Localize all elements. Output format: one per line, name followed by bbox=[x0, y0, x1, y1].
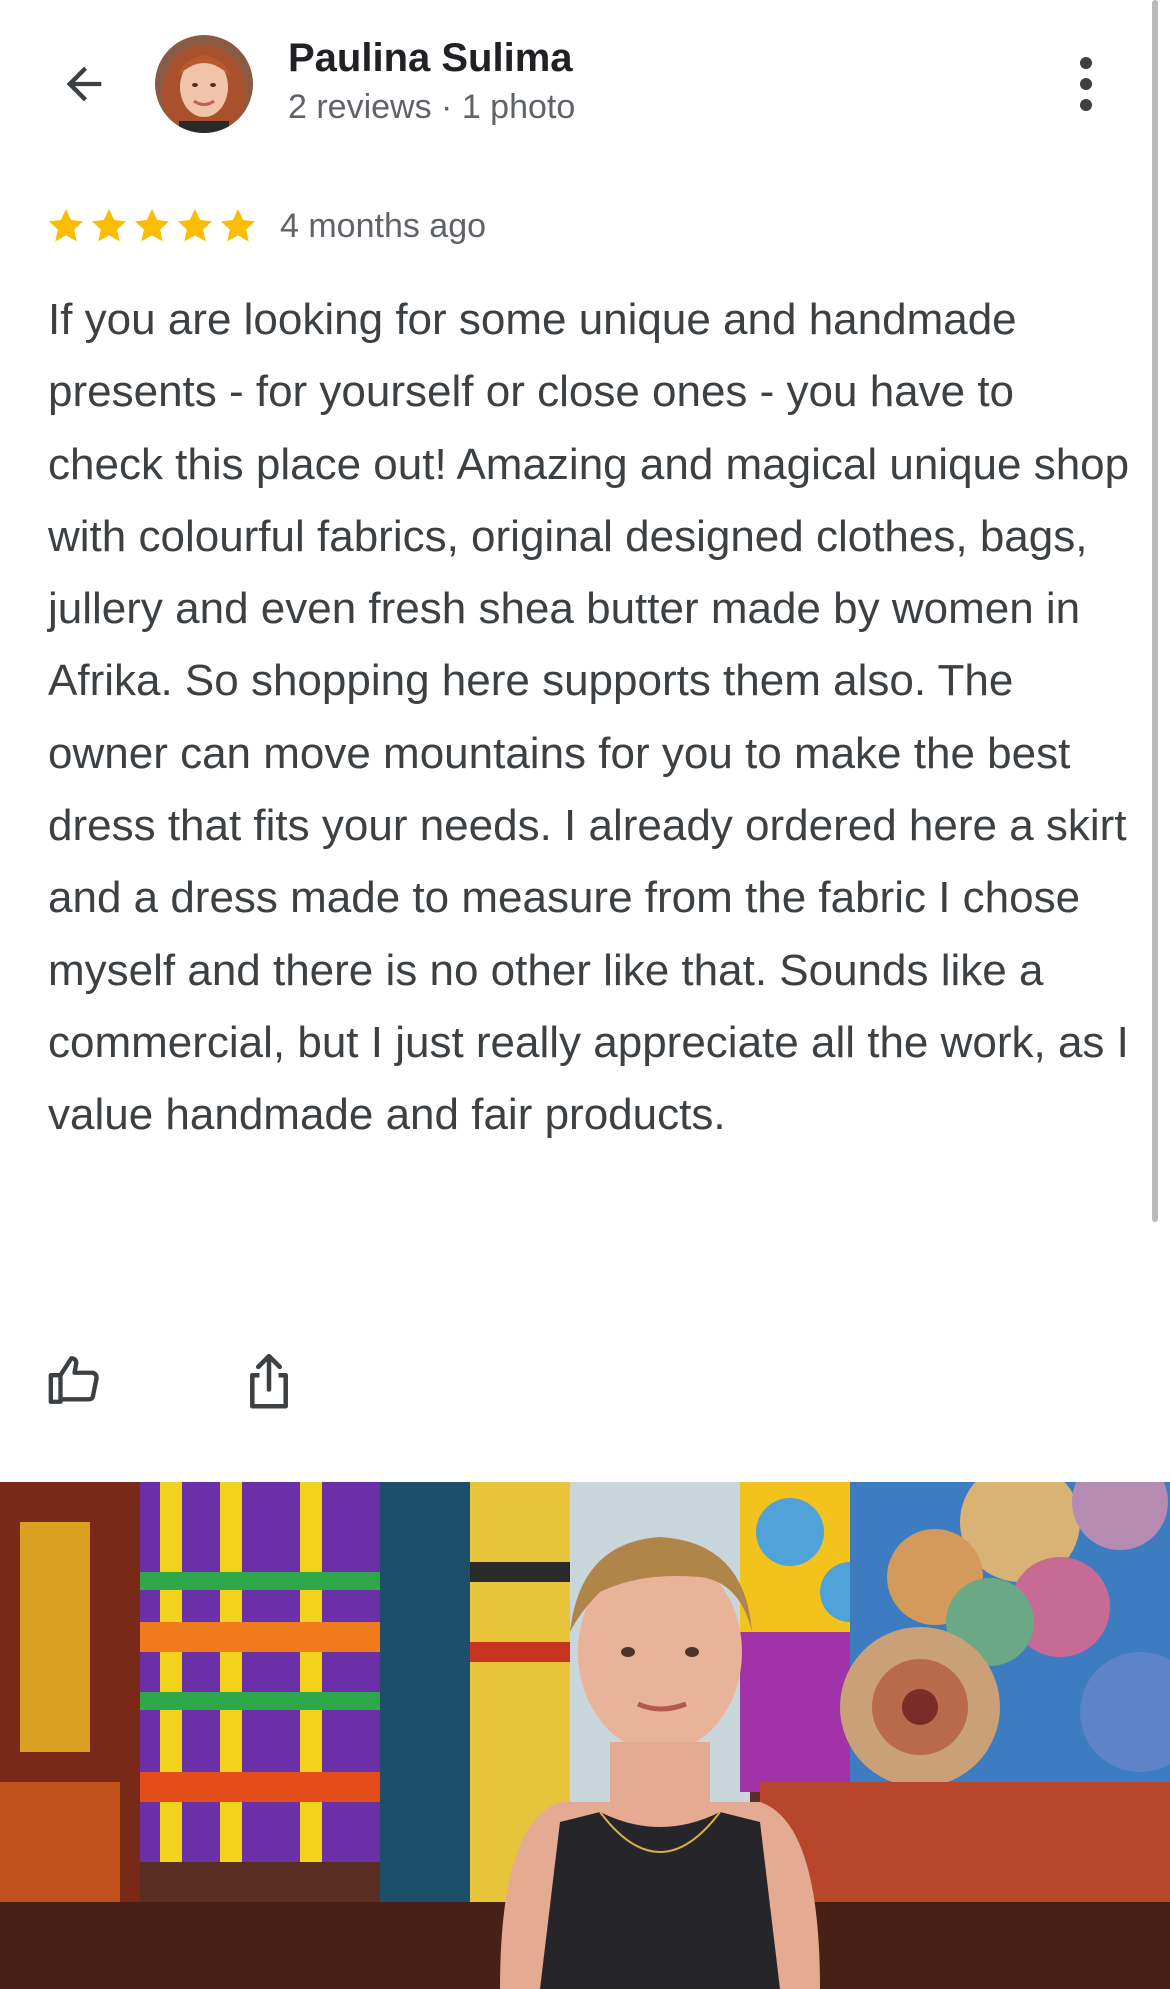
scrollbar[interactable] bbox=[1152, 0, 1158, 1222]
like-button[interactable] bbox=[46, 1351, 108, 1413]
share-button[interactable] bbox=[240, 1349, 302, 1413]
reviewer-meta: 2 reviews · 1 photo bbox=[288, 88, 576, 126]
rating-row: 4 months ago bbox=[46, 200, 486, 252]
arrow-back-icon bbox=[66, 66, 102, 102]
back-button[interactable] bbox=[50, 50, 118, 118]
share-icon bbox=[250, 1353, 288, 1409]
star-icon bbox=[49, 209, 83, 242]
reviewer-name[interactable]: Paulina Sulima bbox=[288, 36, 573, 81]
thumb-up-icon bbox=[48, 1356, 99, 1404]
review-text: If you are looking for some unique and h… bbox=[48, 295, 1130, 1140]
review-photo[interactable] bbox=[0, 1482, 1170, 1989]
more-options-button[interactable] bbox=[1060, 50, 1112, 118]
star-icon bbox=[92, 209, 126, 242]
star-rating bbox=[46, 206, 258, 246]
avatar[interactable] bbox=[155, 35, 253, 133]
star-icon bbox=[178, 209, 212, 242]
star-icon bbox=[135, 209, 169, 242]
review-date: 4 months ago bbox=[280, 206, 487, 245]
star-icon bbox=[221, 209, 255, 242]
more-vert-icon bbox=[1080, 57, 1092, 69]
review-header: Paulina Sulima 2 reviews · 1 photo bbox=[0, 0, 1170, 170]
review-actions bbox=[0, 1345, 1170, 1425]
